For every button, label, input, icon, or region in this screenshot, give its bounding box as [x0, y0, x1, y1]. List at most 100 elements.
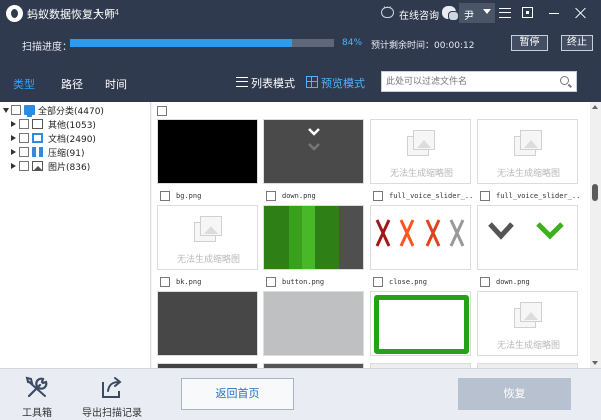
no-thumbnail-text: 无法生成缩略图: [496, 169, 560, 179]
scan-progress-bar: 扫描进度： 84% 预计剩余时间：00:00:12 暂停 终止: [0, 27, 601, 59]
file-name: full_voice_slider_...: [496, 192, 581, 200]
file-card[interactable]: 无法生成缩略图 bk.png: [157, 205, 258, 288]
recover-button[interactable]: 恢复: [458, 378, 571, 410]
file-thumbnail[interactable]: [263, 205, 364, 270]
file-card[interactable]: button.png: [263, 205, 364, 288]
file-card[interactable]: list_channel_selec...: [370, 291, 474, 368]
list-view-button[interactable]: 列表模式: [251, 75, 295, 91]
file-name: button.png: [282, 278, 325, 286]
tree-item-archives[interactable]: 压缩(91): [11, 146, 148, 160]
tab-path[interactable]: 路径: [61, 76, 83, 92]
toolbox-button[interactable]: 工具箱: [18, 369, 58, 420]
search-icon[interactable]: [560, 76, 569, 85]
tree-item-checkbox[interactable]: [19, 147, 29, 157]
file-checkbox[interactable]: [160, 191, 170, 201]
no-thumbnail-text: 无法生成缩略图: [176, 255, 240, 265]
expand-right-icon[interactable]: [11, 121, 16, 127]
export-scan-record-button[interactable]: 导出扫描记录: [80, 369, 146, 420]
file-checkbox[interactable]: [266, 277, 276, 287]
file-card[interactable]: close.png: [370, 205, 471, 288]
tree-item-label: 文档(2490): [48, 135, 96, 145]
file-card[interactable]: list_channel_bk.pn...: [263, 291, 367, 368]
file-card[interactable]: 无法生成缩略图 full_voice_slider_...: [370, 119, 474, 202]
expand-right-icon[interactable]: [11, 149, 16, 155]
menu-icon[interactable]: [499, 8, 511, 18]
expand-down-icon[interactable]: [3, 108, 9, 113]
file-thumbnail[interactable]: 无法生成缩略图: [477, 119, 578, 184]
file-checkbox[interactable]: [373, 191, 383, 201]
file-name: bk.png: [176, 278, 202, 286]
wechat-icon[interactable]: [442, 6, 459, 21]
file-checkbox[interactable]: [373, 277, 383, 287]
grid-view-icon[interactable]: [306, 76, 318, 88]
file-card[interactable]: 无法生成缩略图 full_voice_slider_...: [477, 119, 581, 202]
file-card[interactable]: 无法生成缩略图list_expand.png: [477, 291, 578, 368]
back-home-button[interactable]: 返回首页: [181, 378, 294, 410]
scrollbar[interactable]: [590, 102, 601, 368]
wrench-icon: [25, 376, 48, 398]
expand-right-icon[interactable]: [11, 163, 16, 169]
user-name: 尹: [464, 11, 474, 22]
file-card[interactable]: down.png: [263, 119, 364, 202]
no-thumbnail-text: 无法生成缩略图: [496, 341, 560, 351]
tree-item-checkbox[interactable]: [19, 161, 29, 171]
minimize-icon[interactable]: [549, 13, 559, 14]
scroll-down-icon[interactable]: [592, 361, 598, 365]
app-logo-icon: [6, 5, 23, 22]
file-checkbox[interactable]: [266, 191, 276, 201]
preview-view-button[interactable]: 预览模式: [321, 75, 365, 91]
no-thumbnail-icon: [194, 216, 224, 246]
file-thumbnail[interactable]: 无法生成缩略图: [370, 119, 471, 184]
file-thumbnail[interactable]: [157, 291, 258, 356]
tree-item-checkbox[interactable]: [19, 119, 29, 129]
pause-button[interactable]: 暂停: [511, 35, 548, 51]
progress-fill: [70, 39, 292, 47]
skin-icon[interactable]: [522, 7, 533, 18]
tree-root-label: 全部分类(4470): [38, 107, 104, 117]
tree-root[interactable]: 全部分类(4470): [3, 104, 148, 118]
file-thumbnail[interactable]: [263, 291, 364, 356]
select-all-checkbox[interactable]: [157, 106, 167, 116]
user-menu[interactable]: 尹: [459, 3, 495, 23]
file-icon: [32, 119, 43, 129]
tree-root-checkbox[interactable]: [11, 105, 21, 115]
file-thumbnail[interactable]: 无法生成缩略图: [477, 291, 578, 356]
expand-right-icon[interactable]: [11, 135, 16, 141]
file-thumbnail[interactable]: 无法生成缩略图: [157, 205, 258, 270]
tab-type[interactable]: 类型: [13, 76, 35, 92]
file-checkbox[interactable]: [160, 277, 170, 287]
close-icon[interactable]: [574, 6, 588, 20]
file-thumbnail[interactable]: [370, 205, 471, 270]
tab-time[interactable]: 时间: [105, 76, 127, 92]
file-thumbnail[interactable]: [263, 119, 364, 184]
file-name: full_voice_slider_...: [389, 192, 474, 200]
file-checkbox[interactable]: [480, 277, 490, 287]
category-tree: 全部分类(4470) 其他(1053) 文档(2490) 压缩(91) 图片(8…: [0, 102, 151, 368]
scrollbar-thumb[interactable]: [592, 184, 598, 201]
online-consult-link[interactable]: 在线咨询: [399, 7, 439, 22]
file-card[interactable]: down.png: [477, 205, 578, 288]
scroll-up-icon[interactable]: [592, 105, 598, 109]
file-card[interactable]: list_bk.png: [157, 291, 258, 368]
chat-icon[interactable]: [381, 3, 394, 18]
list-view-icon[interactable]: [236, 77, 248, 87]
file-thumbnail[interactable]: [370, 291, 471, 356]
export-icon: [102, 377, 122, 398]
tree-item-documents[interactable]: 文档(2490): [11, 132, 148, 146]
tree-item-checkbox[interactable]: [19, 133, 29, 143]
file-card[interactable]: bg.png: [157, 119, 258, 202]
tree-item-label: 压缩(91): [48, 149, 85, 159]
file-name: bg.png: [176, 192, 202, 200]
file-thumbnail[interactable]: [157, 119, 258, 184]
file-checkbox[interactable]: [480, 191, 490, 201]
stop-button[interactable]: 终止: [561, 35, 593, 51]
export-scan-record-label: 导出扫描记录: [82, 408, 142, 419]
picture-icon: [32, 161, 43, 171]
tree-item-pictures[interactable]: 图片(836): [11, 160, 148, 174]
filter-input[interactable]: [386, 74, 556, 89]
file-thumbnail[interactable]: [477, 205, 578, 270]
no-thumbnail-icon: [407, 130, 437, 160]
tree-item-other[interactable]: 其他(1053): [11, 118, 148, 132]
app-version: 1.0.4: [95, 8, 120, 17]
progress-track: [70, 39, 334, 47]
